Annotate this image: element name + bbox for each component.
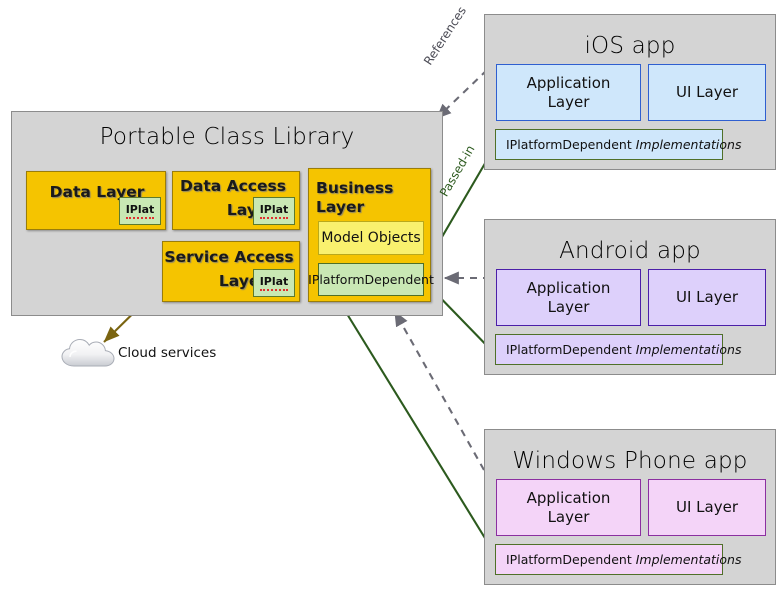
android-ui-layer-label: UI Layer [676, 288, 738, 306]
ios-app-title: iOS app [584, 33, 676, 59]
data-layer-box[interactable]: Data Layer IPlat [26, 171, 166, 230]
winphone-application-layer-box[interactable]: Application Layer [496, 479, 641, 536]
winphone-ui-layer-box[interactable]: UI Layer [648, 479, 766, 536]
android-app-container: Android app Application Layer UI Layer I… [484, 219, 776, 375]
ios-ui-layer-box[interactable]: UI Layer [648, 64, 766, 121]
model-objects-box[interactable]: Model Objects [318, 221, 424, 255]
business-layer-label: Business Layer [316, 179, 394, 216]
cloud-icon [61, 338, 115, 367]
arrow-ios-references-pcl [436, 69, 488, 119]
service-access-layer-label-line2: Layer [218, 272, 267, 290]
android-impl-prefix: IPlatformDependent [506, 342, 632, 357]
winphone-ui-layer-label: UI Layer [676, 498, 738, 516]
portable-class-library-container: Portable Class Library Data Layer IPlat … [11, 111, 443, 316]
winphone-application-layer-line1: Application [526, 488, 611, 507]
ios-application-layer-box[interactable]: Application Layer [496, 64, 641, 121]
winphone-app-container: Windows Phone app Application Layer UI L… [484, 429, 776, 585]
android-ui-layer-box[interactable]: UI Layer [648, 269, 766, 326]
edge-label-references: References [421, 4, 470, 68]
data-layer-iplat-chip[interactable]: IPlat [119, 197, 161, 225]
ios-application-layer-line2: Layer [547, 92, 590, 111]
android-application-layer-line2: Layer [547, 297, 590, 316]
ios-ui-layer-label: UI Layer [676, 83, 738, 101]
service-access-layer-box[interactable]: Service Access Layer IPlat [162, 241, 300, 302]
service-access-layer-iplat-chip[interactable]: IPlat [253, 269, 295, 297]
android-impl-italic: Implementations [635, 342, 742, 357]
diagram-canvas: Portable Class Library Data Layer IPlat … [0, 0, 784, 594]
winphone-iplatformdependent-implementations-box[interactable]: IPlatformDependent Implementations [495, 544, 741, 575]
iplat-label: IPlat [125, 203, 155, 219]
android-iplatformdependent-implementations-box[interactable]: IPlatformDependent Implementations [495, 334, 741, 365]
data-access-layer-iplat-chip[interactable]: IPlat [253, 197, 295, 225]
pcl-title: Portable Class Library [99, 124, 355, 150]
winphone-impl-prefix: IPlatformDependent [506, 552, 632, 567]
winphone-application-layer-line2: Layer [547, 507, 590, 526]
pcl-iplatformdependent-label: IPlatformDependent [308, 272, 434, 287]
ios-impl-prefix: IPlatformDependent [506, 137, 632, 152]
ios-impl-italic: Implementations [635, 137, 742, 152]
android-application-layer-box[interactable]: Application Layer [496, 269, 641, 326]
edge-label-passed-in: Passed-in [437, 142, 478, 199]
iplat-label: IPlat [259, 275, 289, 291]
winphone-impl-italic: Implementations [635, 552, 742, 567]
cloud-services-group: Cloud services [60, 333, 260, 377]
iplat-label: IPlat [259, 203, 289, 219]
model-objects-label: Model Objects [321, 230, 421, 246]
winphone-app-title: Windows Phone app [512, 448, 748, 474]
pcl-iplatformdependent-box[interactable]: IPlatformDependent [308, 263, 434, 296]
data-access-layer-label-line1: Data Access [180, 177, 286, 195]
ios-app-container: iOS app Application Layer UI Layer IPlat… [484, 14, 776, 170]
business-layer-box[interactable]: Business Layer Model Objects IPlatformDe… [308, 168, 434, 302]
arrow-winphone-references-pcl [394, 310, 485, 471]
cloud-services-label: Cloud services [118, 345, 217, 361]
arrow-winphone-impl-to-pcl-interface [335, 295, 497, 557]
android-app-title: Android app [559, 238, 701, 264]
service-access-layer-label-line1: Service Access [164, 248, 294, 266]
android-application-layer-line1: Application [526, 278, 611, 297]
data-access-layer-box[interactable]: Data Access Layer IPlat [172, 171, 300, 230]
ios-application-layer-line1: Application [526, 73, 611, 92]
ios-iplatformdependent-implementations-box[interactable]: IPlatformDependent Implementations [495, 129, 741, 160]
